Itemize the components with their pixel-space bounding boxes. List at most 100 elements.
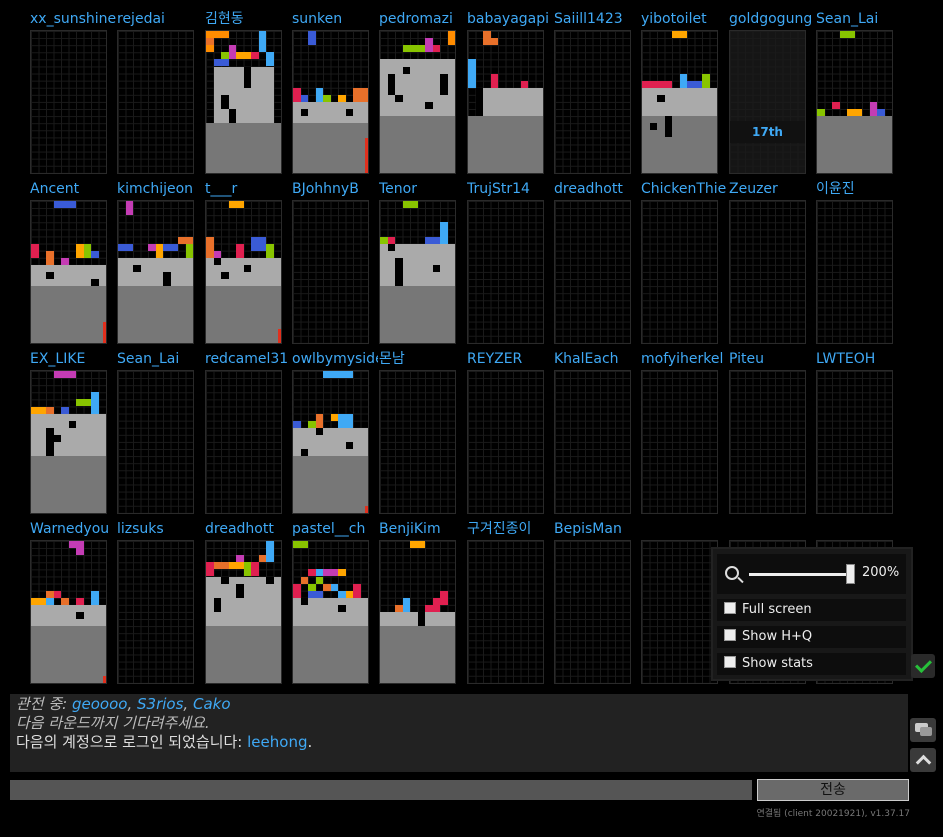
board-block bbox=[76, 548, 84, 556]
board-block bbox=[251, 562, 259, 577]
player-name[interactable]: Saiill1423 bbox=[554, 10, 640, 28]
board-block bbox=[118, 257, 193, 287]
player-name[interactable]: 구겨진종이 bbox=[467, 520, 553, 538]
spectator-name[interactable]: geoooo bbox=[72, 695, 127, 713]
player-board bbox=[554, 540, 631, 684]
player-name[interactable]: dreadhott bbox=[554, 180, 640, 198]
board-block bbox=[185, 243, 193, 258]
board-block bbox=[258, 555, 266, 563]
player-name[interactable]: yibotoilet bbox=[641, 10, 727, 28]
player-name[interactable]: Warnedyou bbox=[30, 520, 116, 538]
board-block bbox=[300, 109, 308, 117]
zoom-slider-thumb[interactable] bbox=[845, 564, 855, 584]
board-block bbox=[213, 59, 229, 67]
player-name[interactable]: Piteu bbox=[729, 350, 815, 368]
player-name[interactable]: Tenor bbox=[379, 180, 465, 198]
board-block bbox=[243, 562, 251, 577]
board-block bbox=[236, 52, 251, 60]
board-block bbox=[308, 590, 323, 598]
player-name[interactable]: xx_sunshine bbox=[30, 10, 116, 28]
board-block bbox=[206, 123, 281, 173]
player-board bbox=[292, 370, 369, 514]
board-block bbox=[31, 243, 39, 258]
board-block bbox=[83, 243, 91, 258]
player-name[interactable]: sunken bbox=[292, 10, 378, 28]
board-block bbox=[91, 392, 99, 414]
board-block bbox=[447, 31, 455, 46]
player-name[interactable]: BepisMan bbox=[554, 520, 640, 538]
chat-log: 관전 중: geoooo, S3rios, Cako 다음 라운드까지 기다려주… bbox=[10, 694, 908, 772]
chat-input[interactable] bbox=[10, 780, 752, 800]
board-block bbox=[345, 590, 353, 598]
player-name[interactable]: EX_LIKE bbox=[30, 350, 116, 368]
player-name[interactable]: 김현동 bbox=[205, 10, 291, 28]
board-block bbox=[293, 420, 301, 428]
player-name[interactable]: BenjiKim bbox=[379, 520, 465, 538]
player-name[interactable]: redcamel31 bbox=[205, 350, 291, 368]
player-name[interactable]: lizsuks bbox=[117, 520, 203, 538]
player-name[interactable]: LWTEOH bbox=[816, 350, 902, 368]
player-name[interactable]: Sean_Lai bbox=[117, 350, 203, 368]
board-block bbox=[308, 31, 316, 46]
player-board bbox=[30, 30, 107, 174]
player-name[interactable]: goldgogung bbox=[729, 10, 815, 28]
player-name[interactable]: kimchijeon bbox=[117, 180, 203, 198]
player-name[interactable]: ChickenThiel bbox=[641, 180, 727, 198]
player-board bbox=[117, 30, 194, 174]
show-stats-checkbox[interactable] bbox=[724, 656, 736, 668]
spectator-name[interactable]: S3rios bbox=[137, 695, 183, 713]
show-stats-option[interactable]: Show stats bbox=[717, 653, 906, 675]
board-block bbox=[206, 286, 281, 343]
player-name[interactable] bbox=[729, 520, 815, 538]
player-board bbox=[379, 200, 456, 344]
player-name[interactable]: t___r bbox=[205, 180, 291, 198]
player-name[interactable] bbox=[816, 520, 902, 538]
player-name[interactable]: dreadhott bbox=[205, 520, 291, 538]
board-block bbox=[440, 590, 448, 605]
spectator-name[interactable]: Cako bbox=[193, 695, 231, 713]
board-block bbox=[91, 590, 99, 605]
board-block bbox=[236, 555, 244, 563]
board-block bbox=[432, 45, 440, 53]
player-name[interactable]: pedromazi bbox=[379, 10, 465, 28]
show-hq-option[interactable]: Show H+Q bbox=[717, 626, 906, 648]
player-name[interactable]: Sean_Lai bbox=[816, 10, 902, 28]
board-block bbox=[221, 576, 229, 584]
player-name[interactable]: KhalEach bbox=[554, 350, 640, 368]
fullscreen-checkbox[interactable] bbox=[724, 602, 736, 614]
player-name[interactable] bbox=[641, 520, 727, 538]
player-name[interactable]: pastel__ch bbox=[292, 520, 378, 538]
zoom-slider[interactable] bbox=[749, 573, 855, 576]
player-name[interactable]: 이윤진 bbox=[816, 180, 902, 198]
board-block bbox=[221, 52, 229, 60]
fullscreen-option[interactable]: Full screen bbox=[717, 599, 906, 621]
chevron-up-icon[interactable] bbox=[910, 748, 936, 772]
chat-bubble-icon[interactable] bbox=[910, 718, 936, 742]
player-name[interactable]: rejedai bbox=[117, 10, 203, 28]
board-block bbox=[425, 102, 433, 110]
player-name[interactable]: REYZER bbox=[467, 350, 553, 368]
player-name[interactable]: Ancent bbox=[30, 180, 116, 198]
board-block bbox=[679, 73, 687, 88]
login-username[interactable]: leehong bbox=[247, 733, 307, 751]
confirm-check-icon[interactable] bbox=[911, 654, 935, 678]
zoom-in-icon[interactable] bbox=[725, 566, 739, 580]
player-name[interactable]: Zeuzer bbox=[729, 180, 815, 198]
player-board bbox=[292, 30, 369, 174]
player-name[interactable]: BJohhnyB bbox=[292, 180, 378, 198]
board-block bbox=[76, 597, 84, 605]
player-name[interactable]: 몬남 bbox=[379, 350, 465, 368]
player-name[interactable]: mofyiherkel bbox=[641, 350, 727, 368]
player-board bbox=[816, 200, 893, 344]
show-hq-checkbox[interactable] bbox=[724, 629, 736, 641]
board-block bbox=[315, 427, 323, 435]
board-block bbox=[118, 286, 193, 343]
send-button[interactable]: 전송 bbox=[757, 779, 909, 801]
player-name[interactable]: owlbymyside bbox=[292, 350, 378, 368]
player-name[interactable]: babayagapi bbox=[467, 10, 553, 28]
board-block bbox=[53, 371, 76, 379]
board-block bbox=[76, 399, 91, 407]
player-name[interactable]: TrujStr14 bbox=[467, 180, 553, 198]
board-block bbox=[213, 562, 229, 570]
board-block bbox=[76, 612, 84, 620]
